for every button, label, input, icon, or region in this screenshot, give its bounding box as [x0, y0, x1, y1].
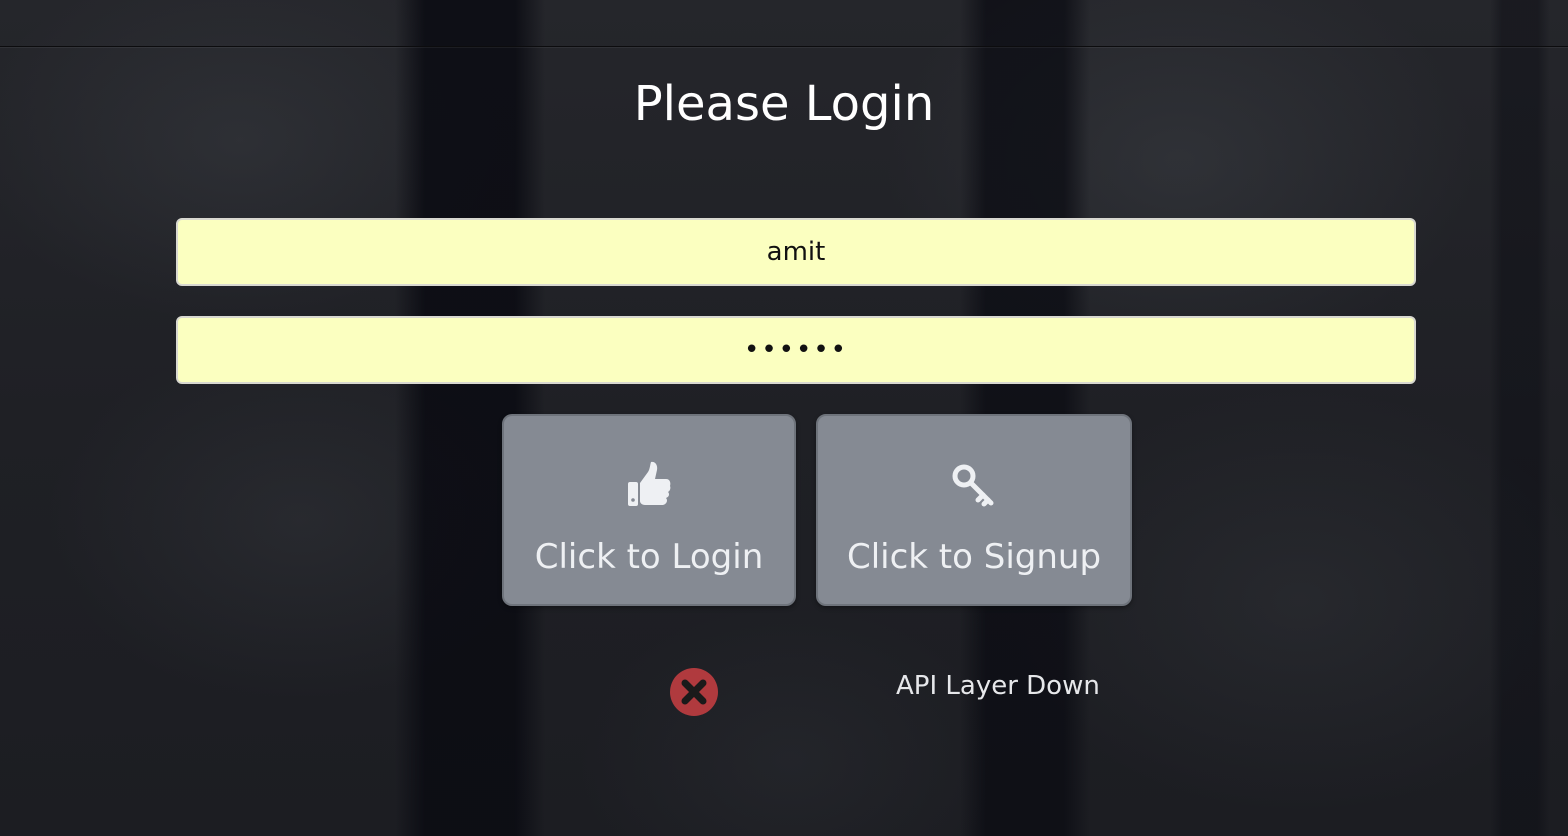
error-x-icon	[670, 668, 718, 716]
signup-button[interactable]: Click to Signup	[816, 414, 1132, 606]
api-status-text: API Layer Down	[896, 671, 1100, 701]
signup-button-label: Click to Signup	[846, 537, 1102, 577]
thumbs-up-icon	[504, 460, 794, 512]
username-input[interactable]	[176, 218, 1416, 286]
login-button-label: Click to Login	[534, 537, 764, 577]
page-title: Please Login	[633, 76, 935, 132]
password-input[interactable]	[176, 316, 1416, 384]
header-divider	[0, 46, 1568, 47]
login-button[interactable]: Click to Login	[502, 414, 796, 606]
key-icon	[818, 460, 1130, 512]
